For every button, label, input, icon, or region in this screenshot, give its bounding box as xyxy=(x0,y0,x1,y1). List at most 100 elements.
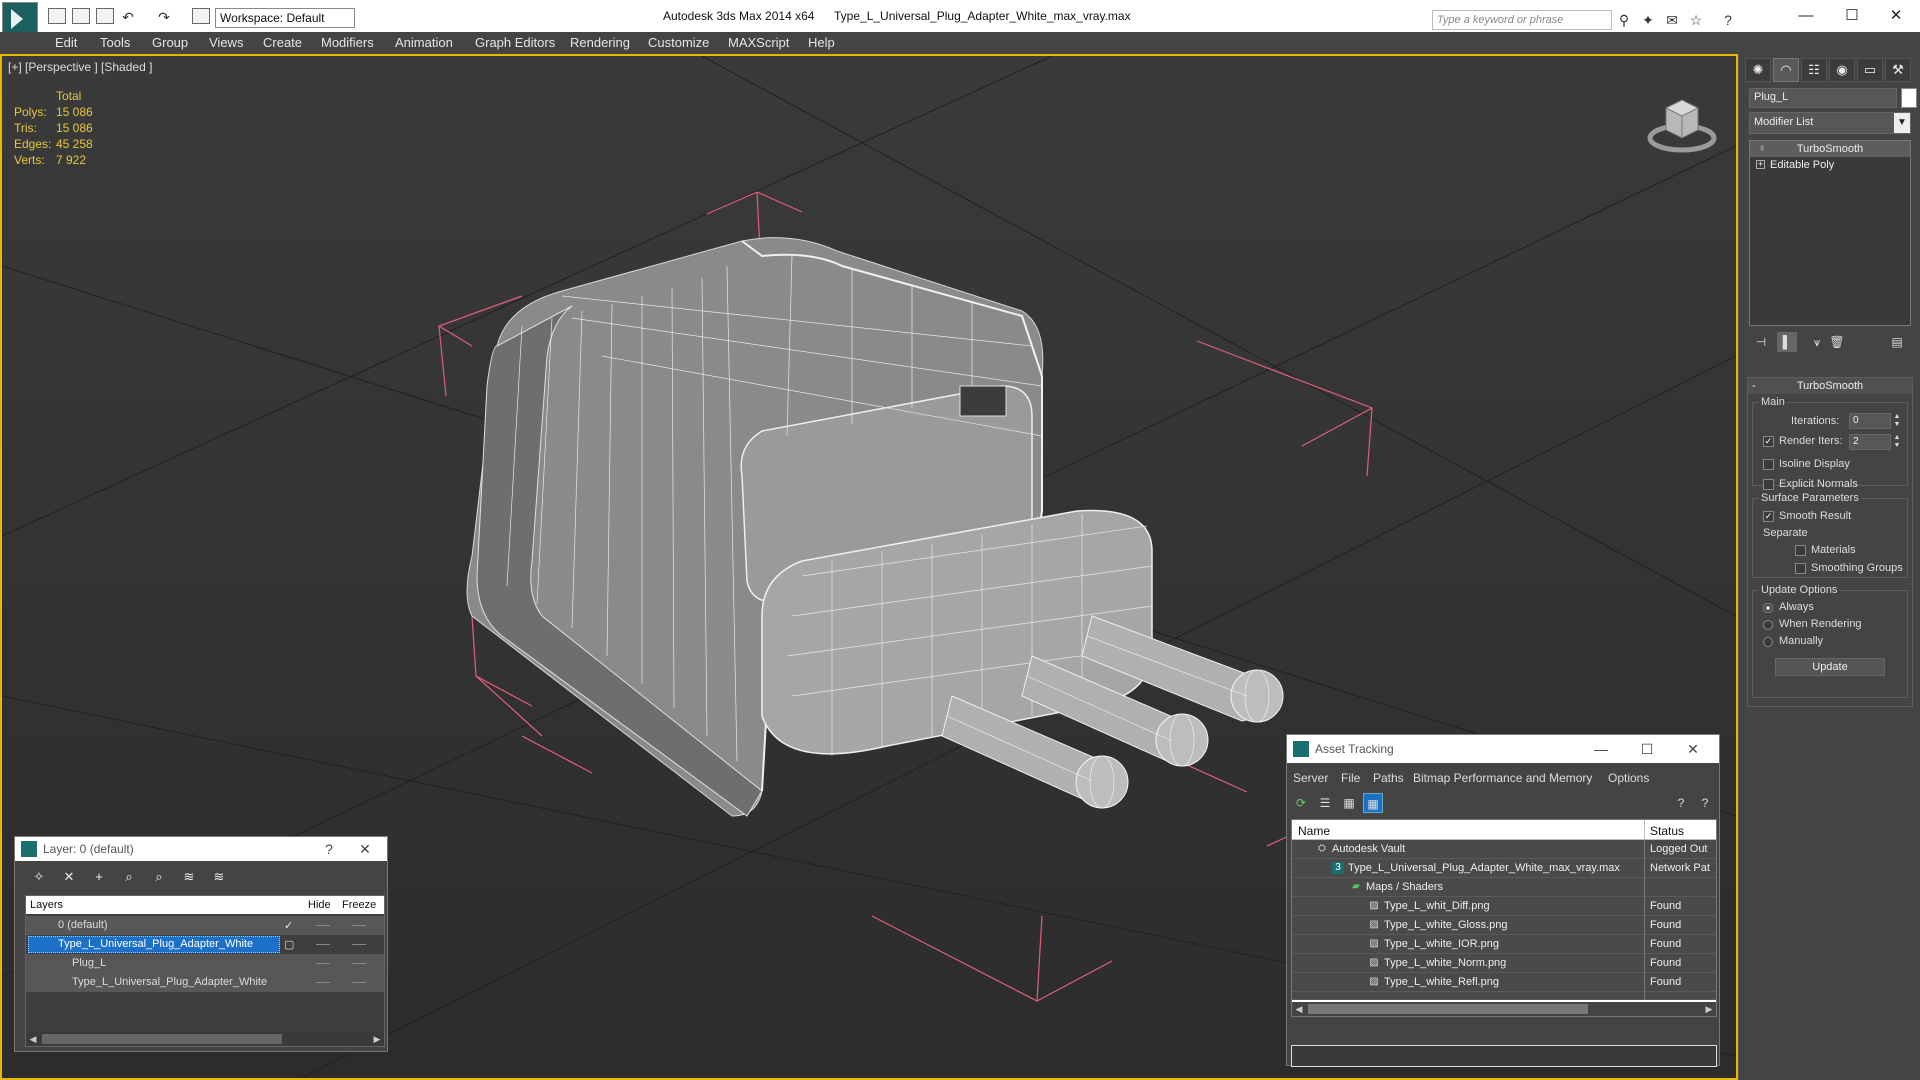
modifier-list-dropdown[interactable]: Modifier List ▼ xyxy=(1749,112,1911,134)
pin-stack-icon[interactable]: ⊣ xyxy=(1751,332,1771,352)
menu-paths[interactable]: Paths xyxy=(1373,771,1404,785)
display-tab-icon[interactable]: ▭ xyxy=(1857,58,1883,82)
scroll-left-icon[interactable]: ◀ xyxy=(1292,1002,1306,1016)
freeze-toggle[interactable] xyxy=(352,944,366,945)
manually-radio[interactable] xyxy=(1763,637,1773,647)
new-layer-icon[interactable]: ✧ xyxy=(29,867,49,887)
asset-row[interactable]: 3 Type_L_Universal_Plug_Adapter_White_ma… xyxy=(1292,859,1716,878)
close-button[interactable]: ✕ xyxy=(1876,4,1916,28)
new-file-icon[interactable] xyxy=(48,8,66,24)
modify-tab-icon[interactable]: ◠ xyxy=(1773,58,1799,82)
freeze-toggle[interactable] xyxy=(352,982,366,983)
hide-toggle[interactable] xyxy=(316,963,330,964)
materials-checkbox[interactable] xyxy=(1795,545,1806,556)
menu-file[interactable]: File xyxy=(1341,771,1360,785)
asset-table[interactable]: Name Status ⛭ Autodesk Vault Logged Out … xyxy=(1291,819,1717,1017)
maximize-button[interactable]: ☐ xyxy=(1832,4,1872,28)
hide-toggle[interactable] xyxy=(316,982,330,983)
asset-tracking-titlebar[interactable]: Asset Tracking — ☐ ✕ xyxy=(1287,735,1719,763)
asset-row[interactable]: ▨ Type_L_white_Refl.png Found xyxy=(1292,973,1716,992)
asset-row[interactable]: ▨ Type_L_white_IOR.png Found xyxy=(1292,935,1716,954)
help-button[interactable]: ? xyxy=(319,839,339,859)
delete-layer-icon[interactable]: ✕ xyxy=(59,867,79,887)
create-tab-icon[interactable]: ✺ xyxy=(1745,58,1771,82)
binoculars-icon[interactable]: ⚲ xyxy=(1616,12,1632,28)
thumbnail-view-icon[interactable]: ▦ xyxy=(1339,793,1359,813)
active-layer-check-icon[interactable]: ✓ xyxy=(284,919,293,932)
menu-modifiers[interactable]: Modifiers xyxy=(321,35,374,50)
modifier-stack[interactable]: ♀ TurboSmooth + Editable Poly xyxy=(1749,140,1911,326)
scroll-left-icon[interactable]: ◀ xyxy=(26,1032,40,1046)
horizontal-scrollbar[interactable]: ◀ ▶ xyxy=(26,1032,384,1046)
chevron-down-icon[interactable]: ▼ xyxy=(1894,113,1910,133)
help-context-icon[interactable]: ? xyxy=(1695,793,1715,813)
remove-modifier-icon[interactable]: 🗑 xyxy=(1827,332,1847,352)
minimize-button[interactable]: — xyxy=(1591,739,1611,759)
make-unique-icon[interactable]: ⩛ xyxy=(1807,332,1827,352)
menu-tools[interactable]: Tools xyxy=(100,35,130,50)
freeze-toggle[interactable] xyxy=(352,925,366,926)
plug-adapter-model[interactable] xyxy=(466,237,1284,817)
favorites-star-icon[interactable]: ☆ xyxy=(1688,12,1704,28)
lightbulb-icon[interactable]: ♀ xyxy=(1758,143,1766,154)
open-file-icon[interactable] xyxy=(72,8,90,24)
refresh-icon[interactable]: ⟳ xyxy=(1291,793,1311,813)
column-hide[interactable]: Hide xyxy=(308,899,331,911)
layer-row[interactable]: Plug_L xyxy=(26,954,384,973)
configure-sets-icon[interactable]: ▤ xyxy=(1887,332,1907,352)
menu-animation[interactable]: Animation xyxy=(395,35,453,50)
utilities-tab-icon[interactable]: ⚒ xyxy=(1885,58,1911,82)
when-rendering-radio[interactable] xyxy=(1763,620,1773,630)
rollout-header[interactable]: - TurboSmooth xyxy=(1748,378,1912,394)
asset-row[interactable]: ▨ Type_L_whit_Diff.png Found xyxy=(1292,897,1716,916)
render-iters-checkbox[interactable]: ✓ xyxy=(1763,436,1774,447)
column-name[interactable]: Name xyxy=(1298,824,1330,838)
explicit-normals-checkbox[interactable] xyxy=(1763,479,1774,490)
close-button[interactable]: ✕ xyxy=(355,839,375,859)
always-radio[interactable] xyxy=(1763,603,1773,613)
hide-toggle[interactable] xyxy=(316,925,330,926)
undo-icon[interactable]: ↶ xyxy=(120,9,136,25)
set-current-layer-icon[interactable]: ▢ xyxy=(284,938,294,951)
column-layers[interactable]: Layers xyxy=(30,899,63,911)
menu-help[interactable]: Help xyxy=(808,35,835,50)
object-name-field[interactable]: Plug_L xyxy=(1749,88,1897,108)
column-status[interactable]: Status xyxy=(1650,824,1684,838)
column-freeze[interactable]: Freeze xyxy=(342,899,376,911)
menu-edit[interactable]: Edit xyxy=(55,35,77,50)
spinner-arrows-icon[interactable]: ▲ ▼ xyxy=(1892,413,1902,429)
menu-options[interactable]: Options xyxy=(1608,771,1649,785)
layer-table[interactable]: Layers Hide Freeze 0 (default) ✓ Type_L_… xyxy=(25,895,385,1047)
project-folder-icon[interactable] xyxy=(192,8,210,24)
scroll-right-icon[interactable]: ▶ xyxy=(1702,1002,1716,1016)
menu-rendering[interactable]: Rendering xyxy=(570,35,630,50)
object-color-swatch[interactable] xyxy=(1901,88,1917,108)
asset-row[interactable]: ⛭ Autodesk Vault Logged Out xyxy=(1292,840,1716,859)
asset-path-field[interactable] xyxy=(1291,1045,1717,1067)
menu-bitmap-performance[interactable]: Bitmap Performance and Memory xyxy=(1413,771,1592,785)
motion-tab-icon[interactable]: ◉ xyxy=(1829,58,1855,82)
layer-row[interactable]: Type_L_Universal_Plug_Adapter_White ▢ xyxy=(26,935,384,954)
list-view-icon[interactable]: ☰ xyxy=(1315,793,1335,813)
render-iters-spinner[interactable]: 2 ▲ ▼ xyxy=(1849,434,1900,450)
layer-dialog-titlebar[interactable]: Layer: 0 (default) ? ✕ xyxy=(15,837,387,861)
hierarchy-tab-icon[interactable]: ☷ xyxy=(1801,58,1827,82)
menu-graph-editors[interactable]: Graph Editors xyxy=(475,35,555,50)
menu-customize[interactable]: Customize xyxy=(648,35,709,50)
viewcube-icon[interactable] xyxy=(1646,86,1718,158)
asset-row[interactable]: ▨ Type_L_white_Gloss.png Found xyxy=(1292,916,1716,935)
spinner-arrows-icon[interactable]: ▲ ▼ xyxy=(1892,434,1902,450)
horizontal-scrollbar[interactable]: ◀ ▶ xyxy=(1292,1002,1716,1016)
layer-row[interactable]: 0 (default) ✓ xyxy=(26,916,384,935)
scrollbar-thumb[interactable] xyxy=(1308,1004,1588,1014)
help-icon[interactable]: ? xyxy=(1720,12,1736,28)
add-to-layer-icon[interactable]: + xyxy=(89,867,109,887)
update-button[interactable]: Update xyxy=(1775,658,1885,676)
minimize-button[interactable]: — xyxy=(1786,4,1826,28)
help-icon[interactable]: ? xyxy=(1671,793,1691,813)
select-objects-icon[interactable]: ⌕ xyxy=(119,867,139,887)
menu-maxscript[interactable]: MAXScript xyxy=(728,35,789,50)
maximize-button[interactable]: ☐ xyxy=(1637,739,1657,759)
scrollbar-thumb[interactable] xyxy=(42,1034,282,1044)
freeze-toggle[interactable] xyxy=(352,963,366,964)
